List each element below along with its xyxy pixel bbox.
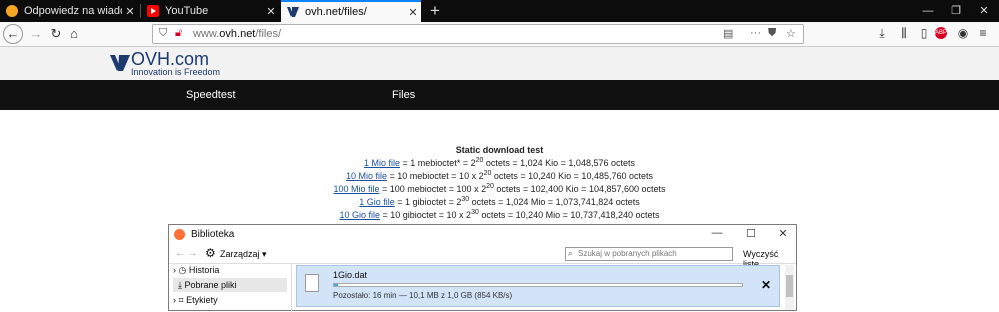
sidebar-item-history[interactable]: › ◷ Historia — [173, 263, 287, 277]
library-icon[interactable]: ⫼ — [896, 26, 912, 41]
menu-speedtest[interactable]: Speedtest — [186, 89, 236, 101]
bookmark-star-icon[interactable]: ☆ — [786, 27, 796, 40]
manage-button[interactable]: Zarządzaj ▾ — [220, 249, 267, 260]
gear-icon[interactable]: ⚙ — [205, 246, 216, 260]
youtube-icon — [147, 5, 159, 17]
library-toolbar: ← → ⚙ Zarządzaj ▾ ⌕ Szukaj w pobranych p… — [169, 245, 796, 269]
ovh-icon — [287, 6, 299, 18]
tab-strip: Odpowiedz na wiadomość - N ✕ YouTube ✕ o… — [0, 0, 999, 22]
close-window-icon[interactable]: ✕ — [970, 0, 998, 22]
back-icon[interactable]: ← — [3, 24, 23, 44]
search-input[interactable]: ⌕ Szukaj w pobranych plikach — [565, 247, 733, 261]
download-test-list: Static download test 1 Mio file = 1 mebi… — [0, 144, 999, 222]
close-tab-icon[interactable]: ✕ — [405, 6, 421, 19]
close-tab-icon[interactable]: ✕ — [263, 5, 279, 18]
forum-icon — [6, 5, 18, 17]
cancel-download-icon[interactable]: ✕ — [761, 278, 771, 292]
library-window: Biblioteka — ☐ ✕ ← → ⚙ Zarządzaj ▾ ⌕ Szu… — [168, 224, 797, 312]
list-item: 1 Mio file = 1 mebioctet* = 220 octets =… — [364, 157, 635, 168]
ovh-logo-icon[interactable] — [110, 53, 130, 73]
file-link-100mio[interactable]: 100 Mio file — [333, 184, 379, 194]
sidebar-item-downloads[interactable]: ⤓ Pobrane pliki — [173, 278, 287, 292]
close-tab-icon[interactable]: ✕ — [122, 5, 138, 18]
menu-files[interactable]: Files — [392, 89, 415, 101]
file-link-1mio[interactable]: 1 Mio file — [364, 158, 400, 168]
list-item: 1 Gio file = 1 gibioctet = 230 octets = … — [359, 196, 640, 207]
tab-title: ovh.net/files/ — [305, 6, 367, 18]
insecure-lock-icon[interactable]: 🔓︎ — [175, 27, 182, 40]
pocket-icon[interactable]: ⛊ — [768, 27, 776, 40]
site-menu: Speedtest Files — [0, 80, 999, 110]
file-link-10gio[interactable]: 10 Gio file — [339, 210, 380, 220]
firefox-icon — [174, 229, 185, 240]
reader-view-icon[interactable]: ▤ — [723, 27, 733, 40]
list-item: 10 Gio file = 10 gibioctet = 10 x 230 oc… — [339, 209, 660, 220]
home-icon[interactable]: ⌂ — [64, 24, 84, 44]
maximize-icon[interactable]: ☐ — [741, 227, 761, 240]
download-filename: 1Gio.dat — [333, 270, 368, 280]
adblock-icon[interactable]: ABP — [935, 27, 947, 39]
minimize-icon[interactable]: — — [914, 0, 942, 22]
search-icon: ⌕ — [568, 249, 573, 258]
download-status: Pozostało: 16 min — 10,1 MB z 1,0 GB (85… — [333, 291, 513, 300]
tab-forum[interactable]: Odpowiedz na wiadomość - N ✕ — [0, 0, 138, 22]
brand-name[interactable]: OVH.com — [131, 50, 209, 68]
sidebar-item-tags[interactable]: › ⌗ Etykiety — [173, 293, 287, 307]
scrollbar-thumb[interactable] — [786, 275, 793, 297]
tab-title: YouTube — [165, 5, 209, 17]
file-icon — [305, 274, 319, 292]
sidebar-icon[interactable]: ▯ — [916, 26, 932, 40]
progress-fill — [334, 284, 339, 286]
url-text[interactable]: www.ovh.net/files/ — [193, 28, 281, 40]
brand-tagline: Innovation is Freedom — [131, 67, 221, 77]
close-icon[interactable]: ✕ — [773, 227, 793, 240]
forward-icon[interactable]: → — [187, 247, 198, 259]
downloads-icon[interactable]: ⤓ — [874, 26, 890, 41]
tab-youtube[interactable]: YouTube ✕ — [141, 0, 279, 22]
account-icon[interactable]: ◉ — [955, 26, 971, 40]
site-header: OVH.com Innovation is Freedom — [0, 47, 999, 80]
library-titlebar[interactable]: Biblioteka — ☐ ✕ — [169, 225, 796, 245]
menu-icon[interactable]: ≡ — [975, 26, 991, 40]
minimize-icon[interactable]: — — [707, 227, 727, 239]
library-sidebar: › ◷ Historia ⤓ Pobrane pliki › ⌗ Etykiet… — [169, 263, 292, 312]
restore-icon[interactable]: ❐ — [942, 0, 970, 22]
tab-title: Odpowiedz na wiadomość - N — [24, 5, 122, 17]
download-item[interactable]: 1Gio.dat Pozostało: 16 min — 10,1 MB z 1… — [296, 265, 780, 307]
list-item: 100 Mio file = 100 mebioctet = 100 x 220… — [333, 183, 666, 194]
download-progress-bar — [333, 283, 743, 287]
forward-icon[interactable]: → — [26, 24, 46, 44]
url-bar[interactable]: ⛉ 🔓︎ www.ovh.net/files/ ▤ ··· ⛊ ☆ — [152, 24, 804, 44]
library-title: Biblioteka — [191, 229, 235, 240]
file-link-10mio[interactable]: 10 Mio file — [346, 171, 387, 181]
page-title: Static download test — [455, 145, 544, 155]
back-icon[interactable]: ← — [175, 247, 186, 259]
navigation-toolbar: ← → ↻ ⌂ ⛉ 🔓︎ www.ovh.net/files/ ▤ ··· ⛊ … — [0, 22, 999, 47]
scrollbar[interactable] — [785, 265, 794, 310]
shield-icon[interactable]: ⛉ — [159, 27, 167, 40]
tab-ovh[interactable]: ovh.net/files/ ✕ — [281, 0, 421, 22]
reload-icon[interactable]: ↻ — [46, 24, 66, 44]
new-tab-icon[interactable]: + — [425, 1, 445, 21]
list-item: 10 Mio file = 10 mebioctet = 10 x 220 oc… — [345, 170, 653, 181]
file-link-1gio[interactable]: 1 Gio file — [359, 197, 395, 207]
page-actions-icon[interactable]: ··· — [750, 27, 761, 39]
